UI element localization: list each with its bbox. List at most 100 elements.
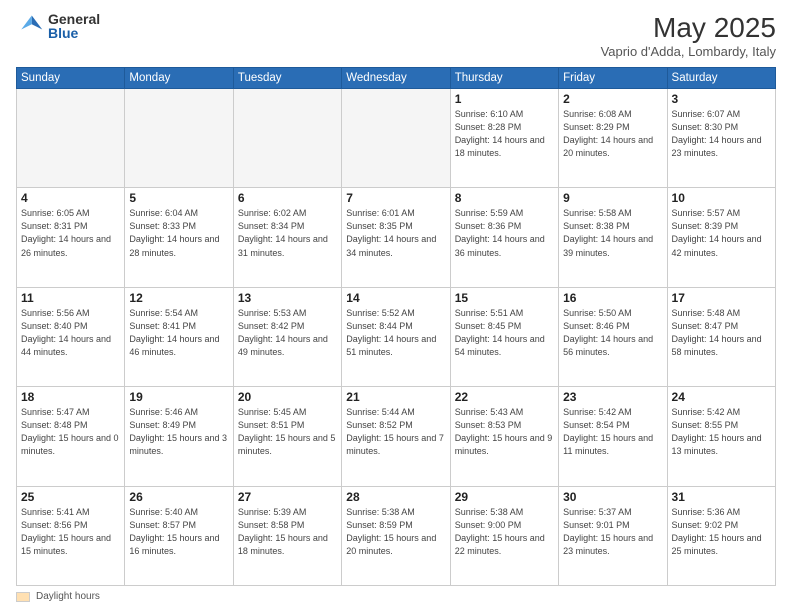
day-number: 19 — [129, 390, 228, 404]
day-info: Sunrise: 5:54 AMSunset: 8:41 PMDaylight:… — [129, 307, 228, 359]
day-number: 13 — [238, 291, 337, 305]
calendar-cell-15: 15Sunrise: 5:51 AMSunset: 8:45 PMDayligh… — [450, 287, 558, 386]
day-info: Sunrise: 6:08 AMSunset: 8:29 PMDaylight:… — [563, 108, 662, 160]
day-info: Sunrise: 6:01 AMSunset: 8:35 PMDaylight:… — [346, 207, 445, 259]
calendar-cell-7: 7 Sunrise: 6:01 AMSunset: 8:35 PMDaylight… — [342, 188, 450, 287]
day-info: Sunrise: 6:07 AMSunset: 8:30 PMDaylight:… — [672, 108, 771, 160]
calendar-cell-14: 14 Sunrise: 5:52 AMSunset: 8:44 PMDayligh… — [342, 287, 450, 386]
day-number: 3 — [672, 92, 771, 106]
day-info: Sunrise: 5:42 AMSunset: 8:54 PMDaylight:… — [563, 406, 662, 458]
calendar-cell-24: 24 Sunrise: 5:42 AMSunset: 8:55 PMDayligh… — [667, 387, 775, 486]
day-info: Sunrise: 5:38 AMSunset: 8:59 PMDaylight:… — [346, 506, 445, 558]
day-number: 31 — [672, 490, 771, 504]
day-number: 1 — [455, 92, 554, 106]
calendar-cell-empty-0-1 — [125, 89, 233, 188]
calendar-cell-12: 12 Sunrise: 5:54 AMSunset: 8:41 PMDayligh… — [125, 287, 233, 386]
day-info: Sunrise: 5:42 AMSunset: 8:55 PMDaylight:… — [672, 406, 771, 458]
calendar-cell-2: 2 Sunrise: 6:08 AMSunset: 8:29 PMDaylight… — [559, 89, 667, 188]
calendar-week-3: 11 Sunrise: 5:56 AMSunset: 8:40 PMDayligh… — [17, 287, 776, 386]
logo-text: General Blue — [48, 12, 100, 40]
day-info: Sunrise: 5:59 AMSunset: 8:36 PMDaylight:… — [455, 207, 554, 259]
day-number: 11 — [21, 291, 120, 305]
calendar-cell-18: 18 Sunrise: 5:47 AMSunset: 8:48 PMDayligh… — [17, 387, 125, 486]
calendar-cell-empty-0-3 — [342, 89, 450, 188]
day-info: Sunrise: 5:47 AMSunset: 8:48 PMDaylight:… — [21, 406, 120, 458]
calendar-cell-25: 25 Sunrise: 5:41 AMSunset: 8:56 PMDayligh… — [17, 486, 125, 585]
day-info: Sunrise: 5:41 AMSunset: 8:56 PMDaylight:… — [21, 506, 120, 558]
col-header-wednesday: Wednesday — [342, 68, 450, 89]
day-number: 29 — [455, 490, 554, 504]
calendar-cell-empty-0-2 — [233, 89, 341, 188]
day-info: Sunrise: 5:53 AMSunset: 8:42 PMDaylight:… — [238, 307, 337, 359]
day-info: Sunrise: 6:10 AMSunset: 8:28 PMDaylight:… — [455, 108, 554, 160]
calendar-cell-22: 22 Sunrise: 5:43 AMSunset: 8:53 PMDayligh… — [450, 387, 558, 486]
day-number: 14 — [346, 291, 445, 305]
day-info: Sunrise: 5:40 AMSunset: 8:57 PMDaylight:… — [129, 506, 228, 558]
calendar-cell-11: 11 Sunrise: 5:56 AMSunset: 8:40 PMDayligh… — [17, 287, 125, 386]
day-number: 2 — [563, 92, 662, 106]
calendar-week-5: 25 Sunrise: 5:41 AMSunset: 8:56 PMDayligh… — [17, 486, 776, 585]
day-info: Sunrise: 5:48 AMSunset: 8:47 PMDaylight:… — [672, 307, 771, 359]
day-number: 27 — [238, 490, 337, 504]
col-header-monday: Monday — [125, 68, 233, 89]
day-info: Sunrise: 5:37 AMSunset: 9:01 PMDaylight:… — [563, 506, 662, 558]
calendar-header-row: SundayMondayTuesdayWednesdayThursdayFrid… — [17, 68, 776, 89]
day-number: 18 — [21, 390, 120, 404]
legend-box-daylight — [16, 592, 30, 602]
day-number: 12 — [129, 291, 228, 305]
col-header-saturday: Saturday — [667, 68, 775, 89]
calendar-week-1: 1 Sunrise: 6:10 AMSunset: 8:28 PMDaylight… — [17, 89, 776, 188]
day-number: 21 — [346, 390, 445, 404]
calendar-cell-13: 13 Sunrise: 5:53 AMSunset: 8:42 PMDayligh… — [233, 287, 341, 386]
calendar-cell-21: 21 Sunrise: 5:44 AMSunset: 8:52 PMDayligh… — [342, 387, 450, 486]
calendar-cell-6: 6Sunrise: 6:02 AMSunset: 8:34 PMDaylight… — [233, 188, 341, 287]
header: General Blue May 2025 Vaprio d'Adda, Lom… — [16, 12, 776, 59]
day-number: 10 — [672, 191, 771, 205]
location: Vaprio d'Adda, Lombardy, Italy — [601, 44, 776, 59]
calendar-cell-20: 20 Sunrise: 5:45 AMSunset: 8:51 PMDayligh… — [233, 387, 341, 486]
calendar-cell-4: 4Sunrise: 6:05 AMSunset: 8:31 PMDaylight… — [17, 188, 125, 287]
day-number: 7 — [346, 191, 445, 205]
day-info: Sunrise: 5:58 AMSunset: 8:38 PMDaylight:… — [563, 207, 662, 259]
day-number: 23 — [563, 390, 662, 404]
calendar-cell-empty-0-0 — [17, 89, 125, 188]
month-title: May 2025 — [601, 12, 776, 44]
logo-general-text: General — [48, 12, 100, 26]
day-number: 9 — [563, 191, 662, 205]
day-info: Sunrise: 5:52 AMSunset: 8:44 PMDaylight:… — [346, 307, 445, 359]
day-info: Sunrise: 5:43 AMSunset: 8:53 PMDaylight:… — [455, 406, 554, 458]
calendar-cell-27: 27 Sunrise: 5:39 AMSunset: 8:58 PMDayligh… — [233, 486, 341, 585]
calendar-cell-28: 28Sunrise: 5:38 AMSunset: 8:59 PMDayligh… — [342, 486, 450, 585]
day-info: Sunrise: 5:56 AMSunset: 8:40 PMDaylight:… — [21, 307, 120, 359]
day-info: Sunrise: 5:57 AMSunset: 8:39 PMDaylight:… — [672, 207, 771, 259]
title-block: May 2025 Vaprio d'Adda, Lombardy, Italy — [601, 12, 776, 59]
calendar-cell-10: 10 Sunrise: 5:57 AMSunset: 8:39 PMDayligh… — [667, 188, 775, 287]
calendar-cell-17: 17Sunrise: 5:48 AMSunset: 8:47 PMDayligh… — [667, 287, 775, 386]
day-info: Sunrise: 6:04 AMSunset: 8:33 PMDaylight:… — [129, 207, 228, 259]
calendar-week-2: 4Sunrise: 6:05 AMSunset: 8:31 PMDaylight… — [17, 188, 776, 287]
calendar-cell-19: 19 Sunrise: 5:46 AMSunset: 8:49 PMDayligh… — [125, 387, 233, 486]
day-number: 6 — [238, 191, 337, 205]
day-info: Sunrise: 5:50 AMSunset: 8:46 PMDaylight:… — [563, 307, 662, 359]
day-number: 5 — [129, 191, 228, 205]
calendar-table: SundayMondayTuesdayWednesdayThursdayFrid… — [16, 67, 776, 586]
calendar-cell-26: 26Sunrise: 5:40 AMSunset: 8:57 PMDayligh… — [125, 486, 233, 585]
day-info: Sunrise: 5:44 AMSunset: 8:52 PMDaylight:… — [346, 406, 445, 458]
col-header-thursday: Thursday — [450, 68, 558, 89]
day-number: 24 — [672, 390, 771, 404]
day-info: Sunrise: 5:46 AMSunset: 8:49 PMDaylight:… — [129, 406, 228, 458]
page: General Blue May 2025 Vaprio d'Adda, Lom… — [0, 0, 792, 612]
logo-blue-text: Blue — [48, 26, 100, 40]
day-info: Sunrise: 5:45 AMSunset: 8:51 PMDaylight:… — [238, 406, 337, 458]
calendar-cell-23: 23 Sunrise: 5:42 AMSunset: 8:54 PMDayligh… — [559, 387, 667, 486]
legend-label-daylight: Daylight hours — [36, 591, 100, 602]
calendar-cell-8: 8Sunrise: 5:59 AMSunset: 8:36 PMDaylight… — [450, 188, 558, 287]
calendar-cell-9: 9 Sunrise: 5:58 AMSunset: 8:38 PMDaylight… — [559, 188, 667, 287]
calendar-week-4: 18 Sunrise: 5:47 AMSunset: 8:48 PMDayligh… — [17, 387, 776, 486]
day-number: 20 — [238, 390, 337, 404]
col-header-sunday: Sunday — [17, 68, 125, 89]
day-number: 22 — [455, 390, 554, 404]
footer: Daylight hours — [16, 586, 776, 602]
day-info: Sunrise: 5:39 AMSunset: 8:58 PMDaylight:… — [238, 506, 337, 558]
day-number: 25 — [21, 490, 120, 504]
